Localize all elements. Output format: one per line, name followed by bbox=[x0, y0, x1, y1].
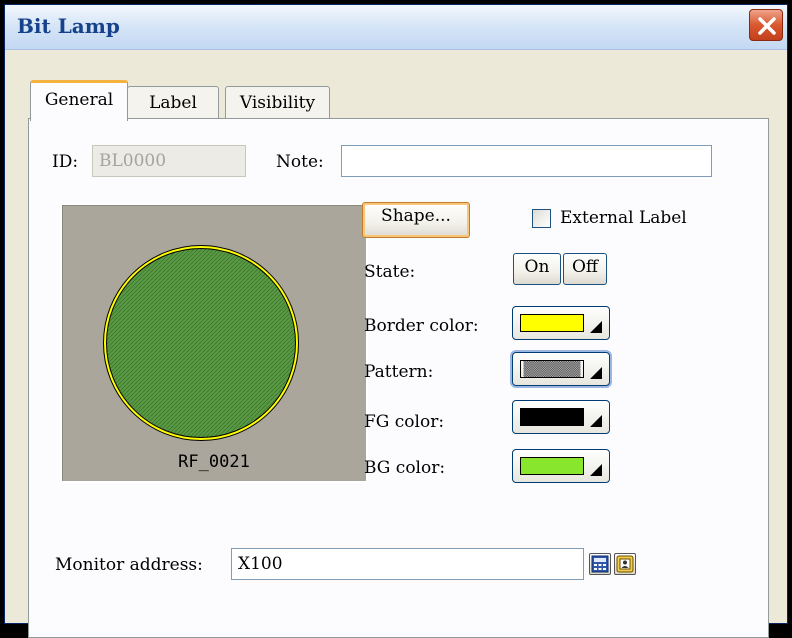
calculator-icon bbox=[591, 555, 609, 573]
dropdown-arrow-icon bbox=[590, 464, 602, 476]
address-book-icon bbox=[616, 555, 634, 573]
pattern-label: Pattern: bbox=[364, 362, 434, 382]
shape-button[interactable]: Shape... bbox=[362, 202, 470, 238]
note-field[interactable] bbox=[341, 145, 712, 177]
state-label: State: bbox=[364, 262, 416, 282]
bg-color-swatch bbox=[520, 457, 584, 475]
fg-color-label: FG color: bbox=[364, 412, 445, 432]
bg-color-label: BG color: bbox=[364, 458, 446, 478]
close-icon bbox=[758, 17, 776, 35]
lamp-preview: RF_0021 bbox=[60, 203, 368, 483]
state-off-button[interactable]: Off bbox=[563, 253, 607, 285]
note-label: Note: bbox=[276, 152, 324, 172]
dropdown-arrow-icon bbox=[590, 415, 602, 427]
external-label-text: External Label bbox=[560, 208, 687, 228]
id-field bbox=[92, 145, 246, 177]
border-color-label: Border color: bbox=[364, 316, 479, 336]
window-title: Bit Lamp bbox=[17, 14, 120, 38]
monitor-address-field[interactable] bbox=[231, 548, 584, 580]
dropdown-arrow-icon bbox=[590, 367, 602, 379]
pattern-button[interactable] bbox=[512, 352, 610, 386]
lamp-caption: RF_0021 bbox=[178, 452, 250, 472]
fg-color-button[interactable] bbox=[512, 400, 610, 434]
id-label: ID: bbox=[52, 152, 79, 172]
tab-general[interactable]: General bbox=[30, 80, 128, 121]
external-label-checkbox[interactable] bbox=[532, 209, 551, 228]
fg-color-swatch bbox=[520, 408, 584, 426]
border-color-button[interactable] bbox=[512, 306, 610, 340]
close-button[interactable] bbox=[749, 9, 783, 41]
title-bar: Bit Lamp bbox=[5, 5, 787, 50]
calculator-button[interactable] bbox=[589, 553, 611, 575]
state-on-button[interactable]: On bbox=[513, 253, 561, 285]
bg-color-button[interactable] bbox=[512, 449, 610, 483]
address-picker-button[interactable] bbox=[614, 553, 636, 575]
monitor-address-label: Monitor address: bbox=[55, 555, 203, 575]
tab-label[interactable]: Label bbox=[127, 86, 219, 119]
pattern-swatch bbox=[520, 360, 584, 378]
tab-visibility[interactable]: Visibility bbox=[225, 86, 330, 119]
dropdown-arrow-icon bbox=[590, 321, 602, 333]
lamp-shape bbox=[103, 245, 299, 441]
border-color-swatch bbox=[520, 314, 584, 332]
